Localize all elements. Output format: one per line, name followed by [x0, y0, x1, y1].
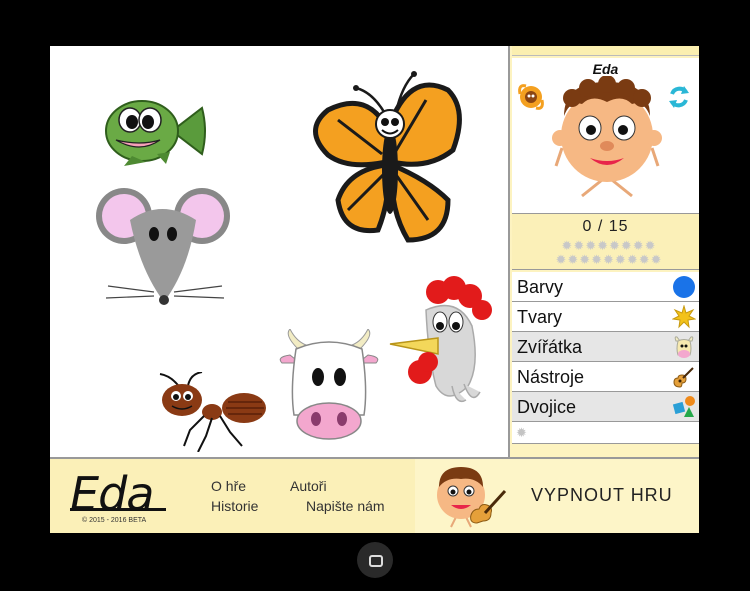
link-o-hre[interactable]: O hře — [211, 478, 246, 494]
fish-animal[interactable] — [102, 96, 212, 166]
rooster-animal[interactable] — [388, 276, 500, 408]
cow-icon — [674, 336, 694, 358]
menu-item-nastroje[interactable]: Nástroje — [512, 362, 699, 392]
monkey-switch-icon[interactable] — [516, 82, 546, 112]
score-panel: 0 / 15 ✹✹✹✹✹✹✹✹ ✹✹✹✹✹✹✹✹✹ — [512, 214, 699, 270]
link-napiste-nam[interactable]: Napište nám — [306, 498, 385, 514]
menu-item-label: Dvojice — [517, 397, 577, 417]
menu-item-label: Zvířátka — [517, 337, 583, 357]
app-screen: Eda 0 / 15 ✹✹✹✹✹✹✹✹ ✹✹✹✹✹✹✹✹✹ Barvy Tvar… — [50, 46, 699, 533]
mouse-animal[interactable] — [94, 180, 234, 310]
home-button[interactable] — [357, 542, 393, 578]
menu-item-label: Tvary — [517, 307, 562, 327]
menu-item-barvy[interactable]: Barvy — [512, 272, 699, 302]
eda-avatar[interactable] — [552, 76, 662, 206]
sun-shape-icon — [672, 305, 696, 329]
cow-animal[interactable] — [276, 329, 382, 443]
shapes-pair-icon — [672, 396, 695, 417]
side-panel: Eda 0 / 15 ✹✹✹✹✹✹✹✹ ✹✹✹✹✹✹✹✹✹ Barvy Tvar… — [510, 46, 699, 457]
avatar-name: Eda — [592, 61, 619, 77]
menu-item-tvary[interactable]: Tvary — [512, 302, 699, 332]
menu-item-zviratka[interactable]: Zvířátka — [512, 332, 699, 362]
category-menu: Barvy Tvary Zvířátka Nástroje Dvojice ✹ — [512, 272, 699, 444]
exit-game-label: VYPNOUT HRU — [531, 485, 673, 505]
logo-underline — [70, 508, 166, 511]
eda-guitar-icon — [437, 467, 507, 528]
progress-stars: ✹✹✹✹✹✹✹✹ ✹✹✹✹✹✹✹✹✹ — [555, 238, 663, 267]
link-autori[interactable]: Autoři — [290, 478, 327, 494]
copyright-text: © 2015 - 2016 BETA — [82, 517, 147, 524]
side-top-strip — [512, 46, 699, 56]
guitar-icon — [673, 367, 694, 388]
menu-item-dvojice[interactable]: Dvojice — [512, 392, 699, 422]
empty-star-icon: ✹ — [516, 425, 527, 440]
butterfly-animal[interactable] — [308, 70, 468, 250]
footer-bar: Eda © 2015 - 2016 BETA O hře Autoři Hist… — [50, 457, 699, 533]
logo-text: Eda — [70, 467, 154, 521]
tablet-frame: Eda 0 / 15 ✹✹✹✹✹✹✹✹ ✹✹✹✹✹✹✹✹✹ Barvy Tvar… — [0, 0, 750, 591]
avatar-panel: Eda — [512, 58, 699, 214]
menu-empty-row: ✹ — [512, 422, 699, 444]
score-counter: 0 / 15 — [582, 218, 629, 235]
menu-item-label: Nástroje — [517, 367, 585, 387]
ant-animal[interactable] — [154, 372, 270, 452]
menu-item-label: Barvy — [517, 277, 564, 297]
blue-circle-icon — [673, 276, 695, 298]
refresh-icon[interactable] — [664, 82, 694, 112]
exit-game-button[interactable]: VYPNOUT HRU — [415, 459, 699, 533]
eda-logo[interactable]: Eda — [60, 467, 170, 521]
link-historie[interactable]: Historie — [211, 498, 258, 514]
play-area — [50, 46, 510, 457]
